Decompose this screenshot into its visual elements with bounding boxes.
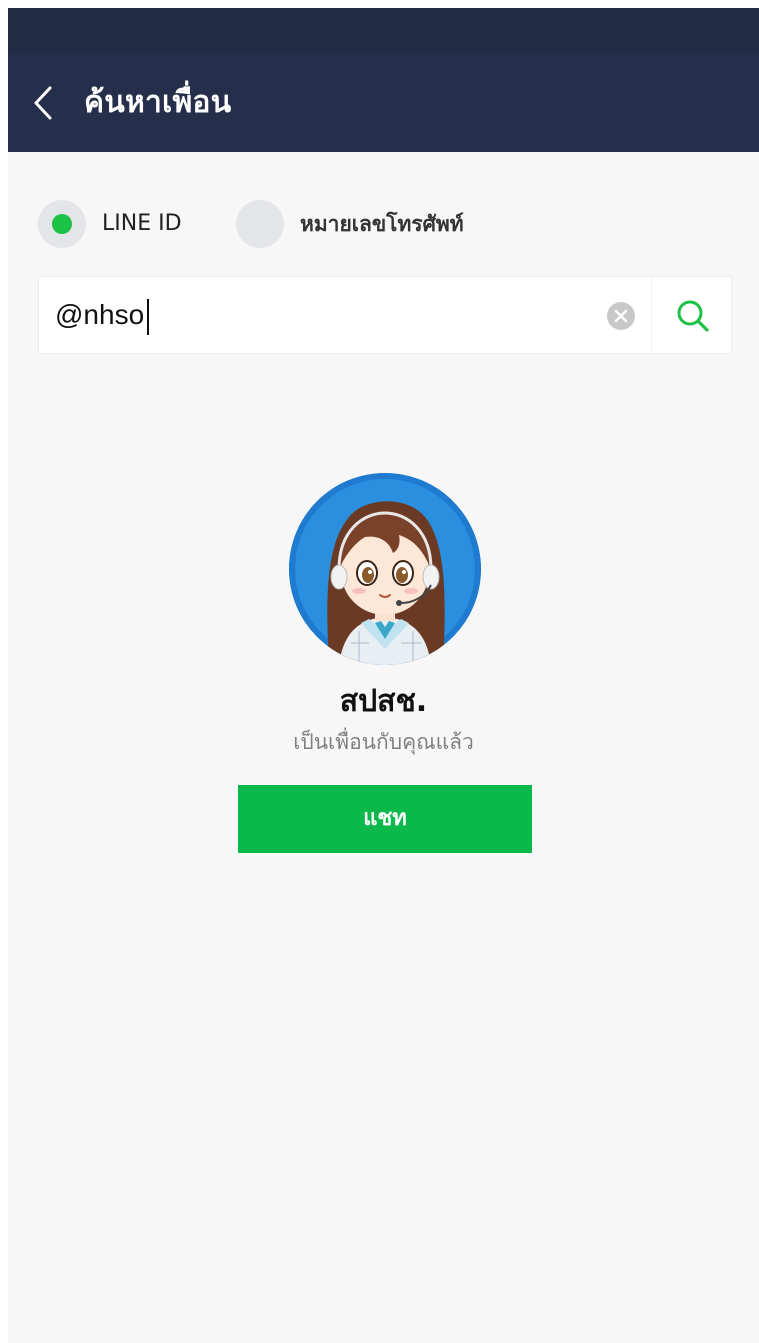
friend-name: สปสช. bbox=[339, 684, 428, 719]
chevron-left-icon bbox=[34, 86, 52, 120]
avatar bbox=[289, 473, 481, 665]
search-input[interactable] bbox=[55, 295, 575, 335]
back-button[interactable] bbox=[26, 80, 66, 126]
header-bar: ค้นหาเพื่อน bbox=[8, 54, 759, 152]
radio-selected-dot bbox=[52, 214, 72, 234]
radio-phone-number[interactable] bbox=[236, 200, 284, 248]
avatar-illustration bbox=[289, 473, 481, 665]
friend-status: เป็นเพื่อนกับคุณแล้ว bbox=[293, 730, 474, 754]
search-icon bbox=[677, 300, 709, 332]
search-button[interactable] bbox=[652, 277, 732, 353]
clear-icon bbox=[607, 302, 635, 330]
text-caret bbox=[147, 299, 149, 335]
tab-line-id-label: LINE ID bbox=[102, 211, 182, 236]
tab-phone-number-label: หมายเลขโทรศัพท์ bbox=[300, 212, 464, 236]
chat-button[interactable]: แชท bbox=[238, 785, 532, 853]
app-screen: ค้นหาเพื่อน LINE ID หมายเลขโทรศัพท์ @nhs… bbox=[8, 8, 759, 1343]
clear-button[interactable] bbox=[606, 301, 636, 331]
search-box bbox=[38, 276, 732, 354]
radio-line-id[interactable] bbox=[38, 200, 86, 248]
page-title: ค้นหาเพื่อน bbox=[84, 85, 232, 120]
search-type-selector: LINE ID หมายเลขโทรศัพท์ bbox=[38, 200, 738, 248]
status-bar bbox=[8, 8, 759, 54]
